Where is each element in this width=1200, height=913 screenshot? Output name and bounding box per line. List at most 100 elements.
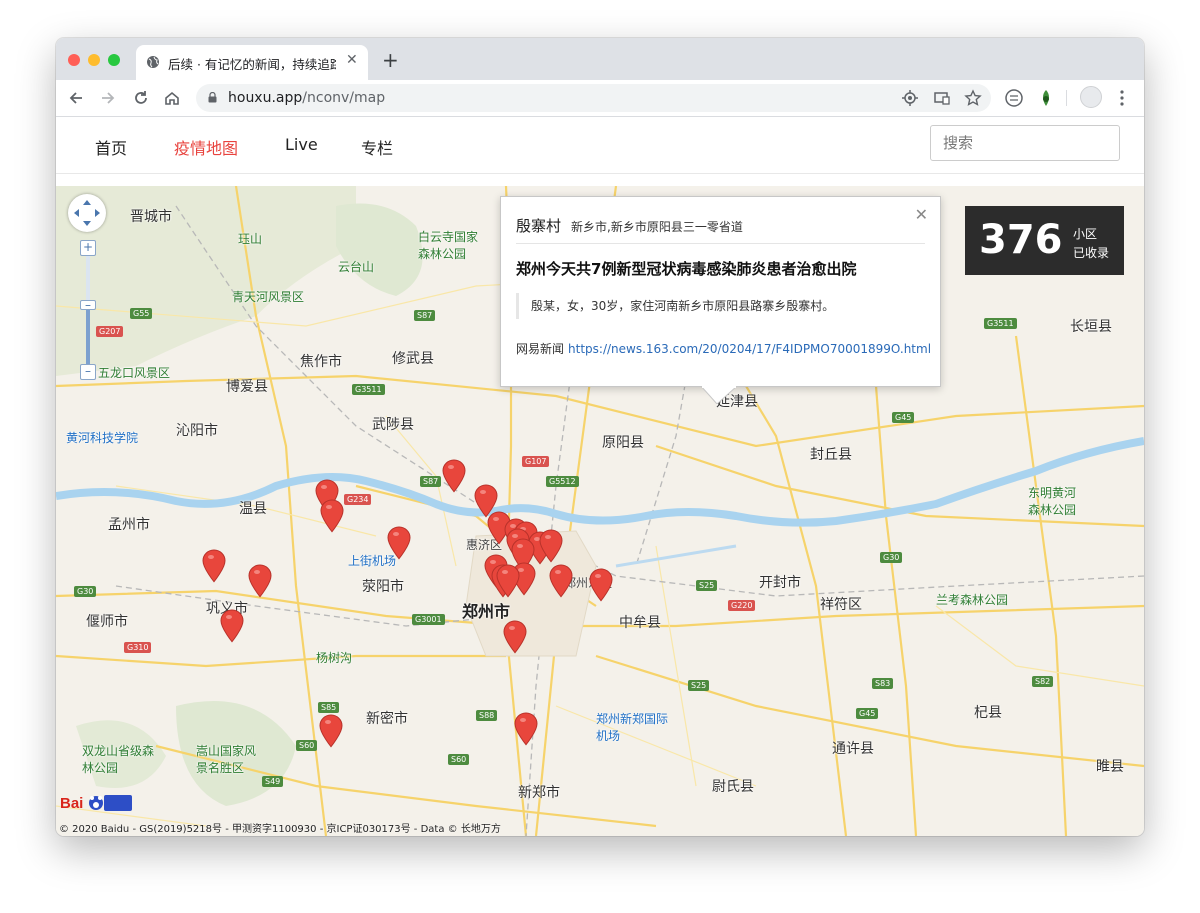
toolbar-divider xyxy=(1066,90,1067,106)
nav-column[interactable]: 专栏 xyxy=(361,135,393,159)
nav-home[interactable]: 首页 xyxy=(95,135,127,159)
map-label-xiangfu: 祥符区 xyxy=(820,597,862,613)
map-label-wuzhi: 武陟县 xyxy=(372,417,414,433)
pan-control[interactable] xyxy=(68,194,106,232)
url-path: /nconv/map xyxy=(302,90,386,106)
case-marker-icon[interactable] xyxy=(589,568,613,602)
case-marker-icon[interactable] xyxy=(248,564,272,598)
map-label-qinyang: 沁阳市 xyxy=(176,423,218,439)
map-label-zhengzhou: 郑州市 xyxy=(462,602,511,621)
location-icon[interactable] xyxy=(902,90,918,106)
browser-tab-active[interactable]: 后续 · 有记忆的新闻，持续追踪 ✕ xyxy=(136,45,368,80)
road-shield: S87 xyxy=(414,310,436,321)
map-label-xingyang: 荥阳市 xyxy=(362,579,404,595)
svg-text:Bai: Bai xyxy=(60,795,83,812)
road-shield: G3511 xyxy=(352,384,385,395)
new-tab-button[interactable]: + xyxy=(382,48,399,72)
zoom-in-button[interactable]: + xyxy=(80,240,96,256)
close-icon[interactable]: ✕ xyxy=(915,205,928,224)
zoom-out-button[interactable]: – xyxy=(80,364,96,380)
popup-source: 网易新闻 https://news.163.com/20/0204/17/F4ID… xyxy=(516,340,931,357)
road-shield: S82 xyxy=(1032,676,1054,687)
map-label-jincheng: 晋城市 xyxy=(130,209,172,225)
case-marker-icon[interactable] xyxy=(202,549,226,583)
zoom-control: + – – xyxy=(80,240,96,380)
road-shield: G3511 xyxy=(984,318,1017,329)
case-marker-icon[interactable] xyxy=(319,714,343,748)
case-marker-icon[interactable] xyxy=(514,712,538,746)
popup-detail: 殷某，女，30岁，家住河南新乡市原阳县路寨乡殷寨村。 xyxy=(516,293,926,319)
close-window-button[interactable] xyxy=(68,54,80,66)
home-icon[interactable] xyxy=(162,88,182,108)
road-shield: G5512 xyxy=(546,476,579,487)
map-copyright: © 2020 Baidu - GS(2019)5218号 - 甲测资字11009… xyxy=(59,824,501,835)
road-shield: G30 xyxy=(74,586,97,597)
road-shield: S60 xyxy=(296,740,318,751)
road-shield: S85 xyxy=(318,702,340,713)
road-shield: S25 xyxy=(688,680,710,691)
browser-toolbar: houxu.app/nconv/map xyxy=(56,80,1144,117)
road-shield: G310 xyxy=(124,642,152,653)
profile-avatar[interactable] xyxy=(1080,86,1102,108)
community-counter: 376 小区 已收录 xyxy=(965,206,1124,275)
road-shield: G45 xyxy=(892,412,915,423)
map-label-jueshan: 珏山 xyxy=(238,232,263,246)
maximize-window-button[interactable] xyxy=(108,54,120,66)
case-marker-icon[interactable] xyxy=(387,526,411,560)
kebab-menu-icon[interactable] xyxy=(1112,88,1132,108)
minimize-window-button[interactable] xyxy=(88,54,100,66)
extension-circle-icon[interactable] xyxy=(1004,88,1024,108)
case-marker-icon[interactable] xyxy=(549,564,573,598)
popup-source-link[interactable]: https://news.163.com/20/0204/17/F4IDPMO7… xyxy=(568,342,931,356)
road-shield: G220 xyxy=(728,600,756,611)
url-text: houxu.app/nconv/map xyxy=(228,90,385,106)
browser-window: 后续 · 有记忆的新闻，持续追踪 ✕ + houxu.app/nconv/map xyxy=(56,38,1144,836)
map-label-boai: 博爱县 xyxy=(226,379,268,395)
map-label-xinmi: 新密市 xyxy=(366,711,408,727)
search-input[interactable] xyxy=(930,125,1120,161)
map-label-weishi: 尉氏县 xyxy=(712,779,754,795)
road-shield: S60 xyxy=(448,754,470,765)
map-label-wenxian: 温县 xyxy=(239,501,267,517)
tab-strip: 后续 · 有记忆的新闻，持续追踪 ✕ + xyxy=(56,38,1144,80)
road-shield: S88 xyxy=(476,710,498,721)
map-label-xinzheng-airport: 郑州新郑国际机场 xyxy=(596,712,669,743)
map-label-zhongmou: 中牟县 xyxy=(619,615,661,631)
case-marker-icon[interactable] xyxy=(442,459,466,493)
reload-icon[interactable] xyxy=(131,88,151,108)
star-icon[interactable] xyxy=(964,89,982,107)
road-shield: G3001 xyxy=(412,614,445,625)
map-label-yanshi: 偃师市 xyxy=(86,614,128,630)
map-label-mengzhou: 孟州市 xyxy=(108,517,150,533)
map-label-wulongkou: 五龙口风景区 xyxy=(98,366,171,380)
road-shield: G234 xyxy=(344,494,372,505)
map-label-yuntaishan: 云台山 xyxy=(338,260,375,274)
popup-pointer xyxy=(701,386,737,404)
map-label-songshan: 嵩山国家风景名胜区 xyxy=(196,744,257,775)
map-canvas[interactable]: 晋城市 焦作市 孟州市 温县 巩义市 荥阳市 郑州市 开封市 中牟县 新郑市 新… xyxy=(56,186,1144,836)
map-label-changyuan: 长垣县 xyxy=(1070,319,1112,335)
address-bar[interactable]: houxu.app/nconv/map xyxy=(196,84,991,112)
counter-label-status: 已收录 xyxy=(1073,246,1110,260)
counter-label-unit: 小区 xyxy=(1073,227,1098,241)
map-label-yangshugou: 杨树沟 xyxy=(316,651,353,665)
back-arrow-icon[interactable] xyxy=(66,88,86,108)
cast-icon[interactable] xyxy=(934,90,950,106)
map-label-qixian: 杞县 xyxy=(974,705,1002,721)
case-marker-icon[interactable] xyxy=(496,564,520,598)
case-marker-icon[interactable] xyxy=(320,499,344,533)
forward-arrow-icon[interactable] xyxy=(98,88,118,108)
case-marker-icon[interactable] xyxy=(503,620,527,654)
pan-arrows-icon xyxy=(74,200,100,226)
extension-leaf-icon[interactable] xyxy=(1036,88,1056,108)
case-marker-icon[interactable] xyxy=(220,609,244,643)
case-marker-icon[interactable] xyxy=(539,529,563,563)
road-shield: G55 xyxy=(130,308,153,319)
map-label-qingtianhe: 青天河风景区 xyxy=(232,290,305,304)
map-label-baiyunsi: 白云寺国家森林公园 xyxy=(418,230,479,261)
close-tab-icon[interactable]: ✕ xyxy=(346,52,358,68)
nav-epidemic-map[interactable]: 疫情地图 xyxy=(174,135,238,159)
zoom-slider-handle[interactable]: – xyxy=(80,299,96,311)
nav-live[interactable]: Live xyxy=(285,135,318,154)
lock-icon xyxy=(208,92,217,103)
